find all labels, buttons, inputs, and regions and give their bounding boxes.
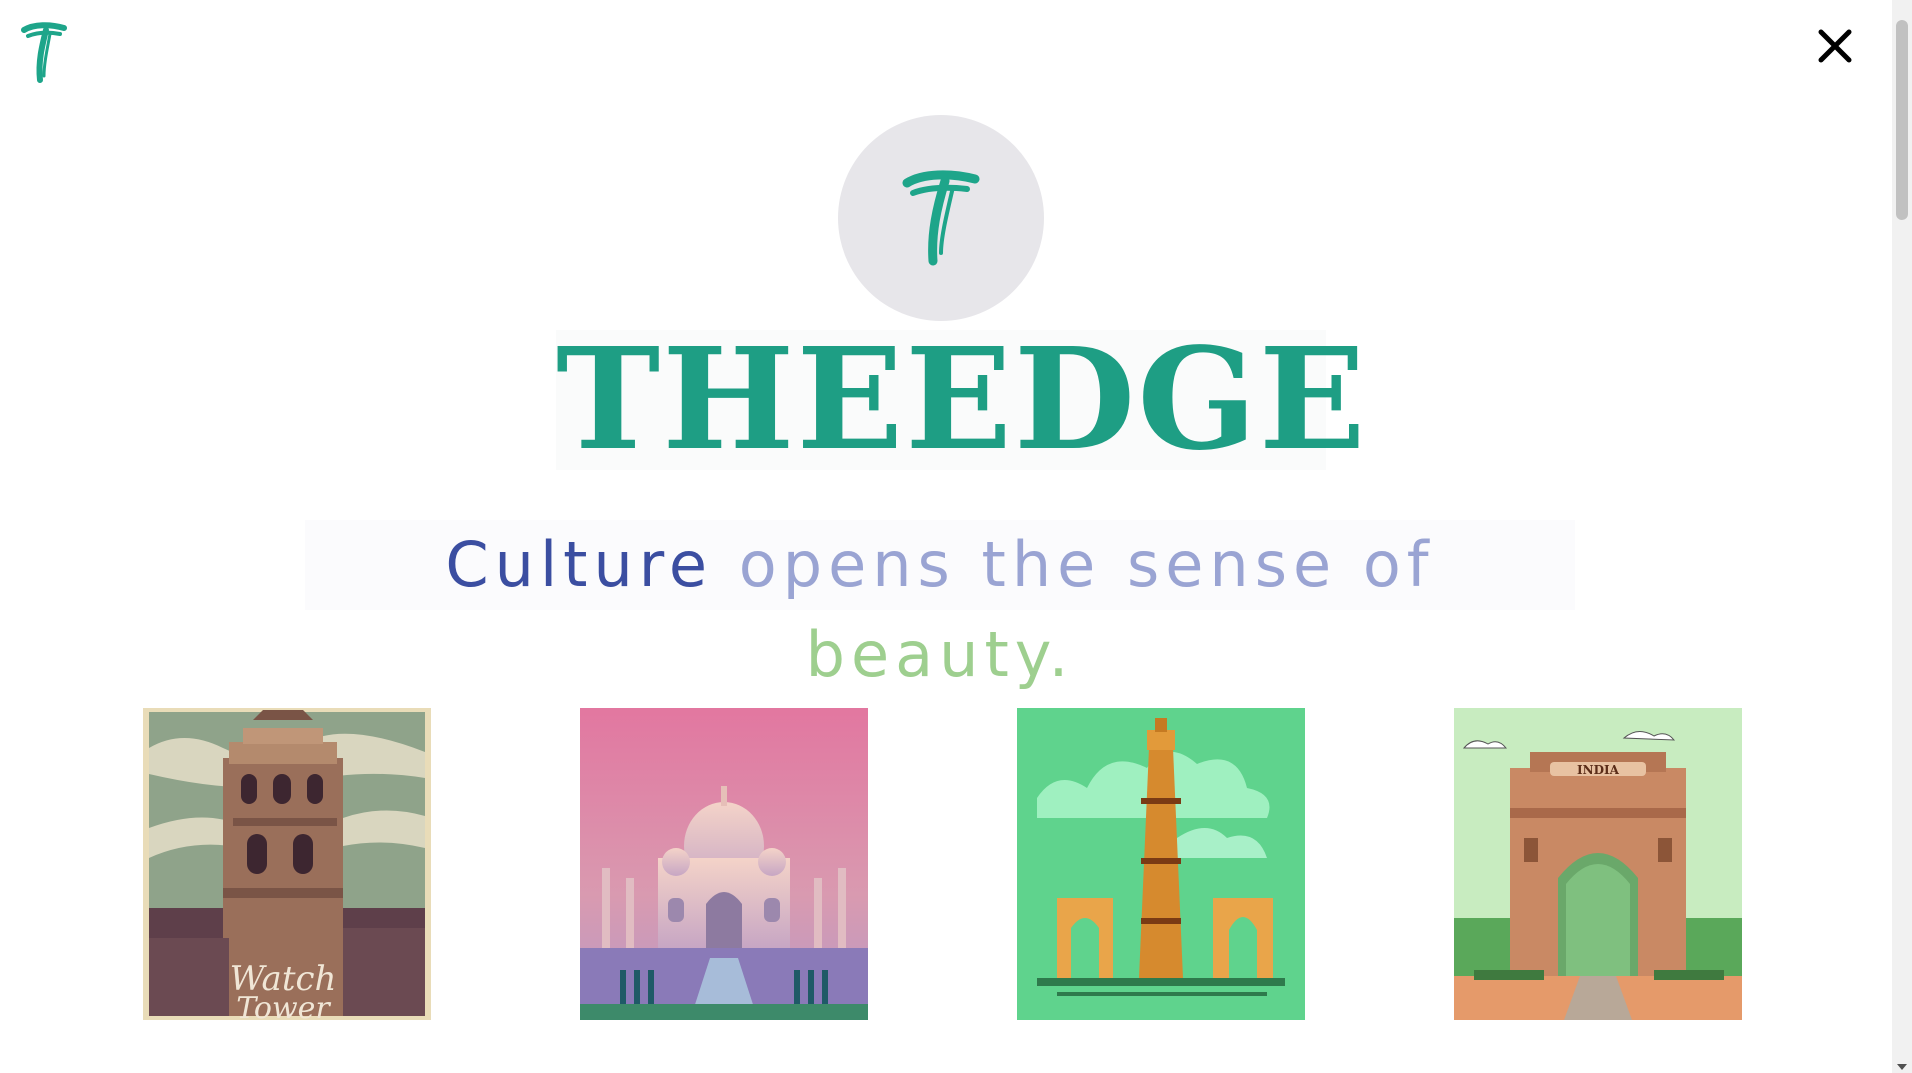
brand-t-icon[interactable] (20, 20, 68, 84)
svg-text:Tower: Tower (236, 991, 331, 1020)
chevron-down-icon[interactable] (1897, 1064, 1907, 1070)
tagline-word-culture: Culture (445, 528, 714, 601)
brand-t-icon (902, 170, 980, 266)
scrollbar-thumb[interactable] (1896, 20, 1908, 220)
taj-mahal-illustration (580, 708, 868, 1020)
gallery-card-taj-mahal[interactable] (580, 708, 868, 1020)
india-label: INDIA (1577, 763, 1620, 777)
india-gate-illustration: INDIA (1454, 708, 1742, 1020)
gallery-card-india-gate[interactable]: INDIA (1454, 708, 1742, 1020)
gallery-card-watch-tower[interactable]: Watch Tower (143, 708, 431, 1020)
qutub-minar-illustration (1017, 708, 1305, 1020)
tagline-middle: opens the sense of (738, 528, 1435, 601)
page: THEEDGE Culture opens the sense of beaut… (0, 0, 1912, 1073)
close-button[interactable] (1815, 26, 1855, 66)
vertical-scrollbar[interactable] (1892, 0, 1912, 1073)
gallery-card-qutub-minar[interactable] (1017, 708, 1305, 1020)
brand-title: THEEDGE (556, 318, 1368, 482)
watch-tower-illustration: Watch Tower (143, 708, 431, 1020)
tagline: Culture opens the sense of beauty. (305, 520, 1575, 691)
tagline-word-beauty: beauty. (805, 618, 1075, 691)
close-icon (1818, 29, 1852, 63)
brand-logo-badge (838, 115, 1044, 321)
